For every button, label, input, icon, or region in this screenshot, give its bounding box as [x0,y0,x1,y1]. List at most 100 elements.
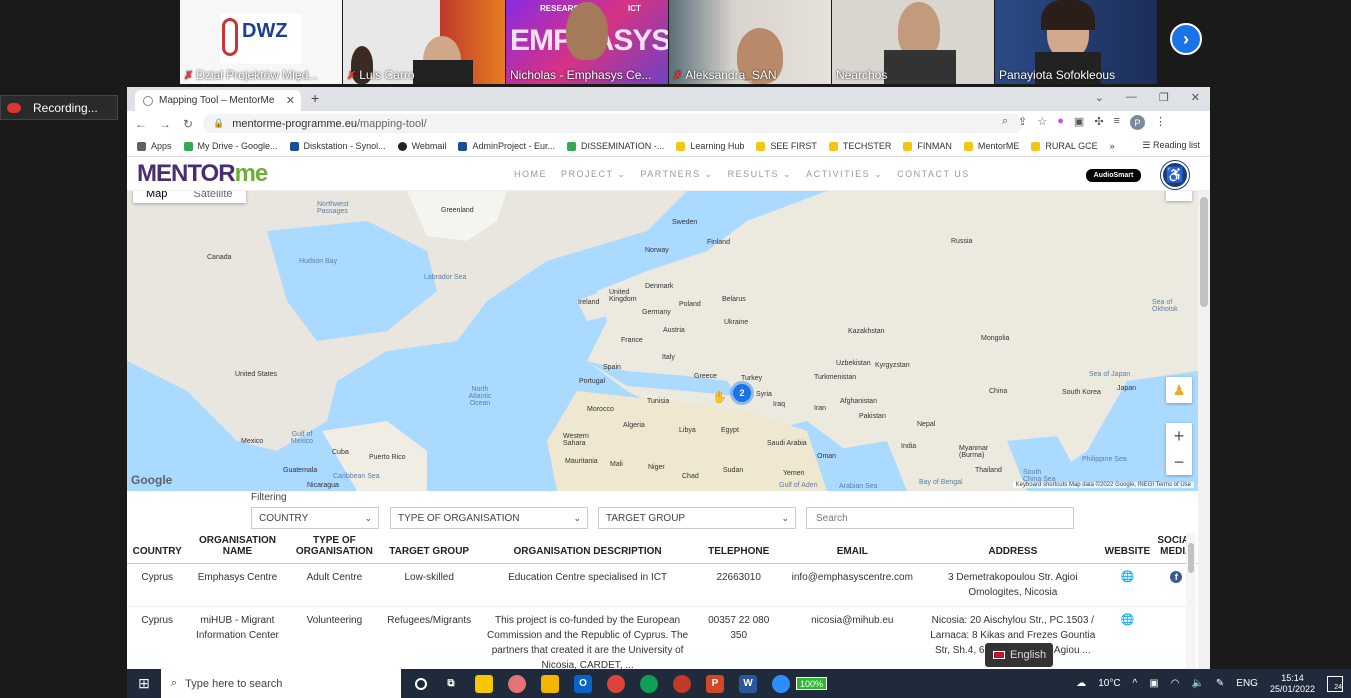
participant-tile[interactable]: ✗ Luis Carro [343,0,505,84]
bookmark-folder[interactable]: TECHSTER [828,141,891,151]
tab-search-icon[interactable]: ⌄ [1095,91,1104,104]
browser-tab[interactable]: Mapping Tool – MentorMe ✕ [135,90,301,111]
nav-contact[interactable]: CONTACT US [897,169,970,180]
bookmark-folder[interactable]: SEE FIRST [756,141,817,151]
bookmark-folder[interactable]: FINMAN [903,141,952,151]
powerpoint-icon[interactable]: P [706,674,724,693]
temperature[interactable]: 10°C [1098,678,1120,689]
forward-icon[interactable]: → [159,117,171,131]
bookmark-star-icon[interactable]: ☆ [1037,115,1047,130]
reading-list-button[interactable]: ☰ Reading list [1142,140,1200,151]
participant-tile[interactable]: RESEARCH ICT EMPHASYS Nicholas - Emphasy… [506,0,668,84]
col-website[interactable]: WEBSITE [1100,533,1155,564]
bookmark-folder[interactable]: MentorME [963,141,1019,151]
col-target-group[interactable]: TARGET GROUP [381,533,478,564]
file-explorer-icon[interactable] [541,674,559,693]
bookmark-item[interactable]: DISSEMINATION -... [566,141,664,151]
map-type-satellite[interactable]: Satellite [180,191,245,203]
app-icon[interactable] [673,674,691,693]
bookmark-folder[interactable]: Learning Hub [676,141,744,151]
col-organisation-type[interactable]: TYPE OF ORGANISATION [287,533,382,564]
recording-indicator[interactable]: Recording... [0,95,118,120]
reload-icon[interactable]: ↻ [183,117,193,131]
target-group-select[interactable]: TARGET GROUP ⌄ [598,507,796,529]
volume-icon[interactable]: 🔈 [1191,678,1203,689]
participant-tile[interactable]: Nearchos [832,0,994,84]
nav-project[interactable]: PROJECT ⌄ [561,169,626,180]
nav-partners[interactable]: PARTNERS ⌄ [640,169,713,180]
back-icon[interactable]: ← [135,117,147,131]
pen-icon[interactable]: ✎ [1216,678,1224,689]
map-cluster-marker[interactable]: 2 [733,384,751,402]
language-switcher[interactable]: English [985,643,1053,667]
app-icon[interactable] [508,674,526,693]
word-icon[interactable]: W [739,674,757,693]
outlook-icon[interactable]: O [574,674,592,693]
nav-activities[interactable]: ACTIVITIES ⌄ [806,169,883,180]
chevron-up-icon[interactable]: ^ [1133,678,1138,689]
organisation-type-select[interactable]: TYPE OF ORGANISATION ⌄ [390,507,588,529]
street-view-pegman-icon[interactable]: ♟ [1166,377,1192,403]
nav-home[interactable]: HOME [514,169,547,180]
taskbar-search-input[interactable]: ⌕ Type here to search [161,669,401,698]
menu-kebab-icon[interactable]: ⋮ [1155,115,1166,130]
bookmark-item[interactable]: Diskstation - Synol... [289,141,386,151]
share-icon[interactable]: ⇪ [1018,115,1027,130]
search-input[interactable]: Search [806,507,1074,529]
zoom-out-icon[interactable]: − [1174,449,1185,475]
battery-indicator[interactable]: 100% [796,677,828,690]
map-footer[interactable]: Keyboard shortcuts Map data ©2022 Google… [1012,482,1194,488]
website-globe-icon[interactable]: 🌐 [1121,571,1135,583]
facebook-icon[interactable]: f [1170,571,1183,583]
chrome-icon[interactable] [640,674,658,693]
chevron-right-icon[interactable]: › [1170,23,1202,55]
profile-avatar[interactable]: P [1129,115,1145,130]
weather-icon[interactable]: ☁ [1076,678,1086,689]
close-tab-icon[interactable]: ✕ [286,94,295,107]
wifi-icon[interactable]: ◠ [1171,678,1180,689]
zoom-app-icon[interactable] [772,674,790,693]
participant-tile-active-speaker[interactable]: Panayiota Sofokleous [995,0,1157,84]
google-map[interactable]: Map Satellite Greenland Sweden Finland R… [127,191,1198,491]
zoom-in-icon[interactable]: + [1174,423,1185,449]
chrome-icon[interactable] [607,674,625,693]
tray-icon[interactable]: ▣ [1149,678,1158,689]
maximize-icon[interactable]: ❐ [1159,91,1169,104]
nav-results[interactable]: RESULTS ⌄ [728,169,792,180]
clock[interactable]: 15:14 25/01/2022 [1270,673,1315,695]
col-address[interactable]: ADDRESS [925,533,1101,564]
accessibility-icon[interactable]: ♿ [1161,161,1189,189]
col-description[interactable]: ORGANISATION DESCRIPTION [477,533,699,564]
bookmark-item[interactable]: My Drive - Google... [183,141,278,151]
zoom-icon[interactable]: ⌕ [1002,115,1008,130]
input-language[interactable]: ENG [1236,678,1258,689]
reading-mode-icon[interactable]: ≡ [1114,115,1120,130]
task-view-icon[interactable]: ⧉ [442,675,460,693]
bookmark-item[interactable]: Webmail [397,141,446,151]
bookmark-folder[interactable]: RURAL GCE [1031,141,1098,151]
windows-start-icon[interactable]: ⊞ [127,669,161,698]
website-globe-icon[interactable]: 🌐 [1121,614,1135,626]
notifications-icon[interactable]: 24 [1327,675,1343,692]
map-type-map[interactable]: Map [133,191,180,203]
col-telephone[interactable]: TELEPHONE [698,533,780,564]
extension-color-icon[interactable]: ● [1057,115,1064,130]
fullscreen-icon[interactable] [1166,191,1192,201]
cortana-icon[interactable] [415,677,427,690]
new-tab-icon[interactable]: + [311,90,319,106]
sticky-notes-icon[interactable] [475,674,493,693]
bookmark-item[interactable]: AdminProject - Eur... [458,141,555,151]
col-email[interactable]: EMAIL [779,533,926,564]
audiosmart-logo[interactable]: AudioSmart [1086,169,1141,182]
bookmark-apps[interactable]: Apps [137,141,172,151]
bookmarks-overflow[interactable]: » [1110,141,1115,151]
col-country[interactable]: COUNTRY [127,533,188,564]
country-select[interactable]: COUNTRY ⌄ [251,507,379,529]
mentorme-logo[interactable]: MENTORme [137,160,268,188]
col-organisation-name[interactable]: ORGANISATION NAME [187,533,288,564]
close-window-icon[interactable]: ✕ [1191,91,1200,104]
url-input[interactable]: 🔒 mentorme-programme.eu/mapping-tool/ [203,114,1023,133]
participant-tile[interactable]: DWZ ✗ Dział Projektów Międ... [180,0,342,84]
page-scrollbar[interactable] [1198,191,1210,669]
participant-tile[interactable]: ✗ Aleksandra_SAN [669,0,831,84]
